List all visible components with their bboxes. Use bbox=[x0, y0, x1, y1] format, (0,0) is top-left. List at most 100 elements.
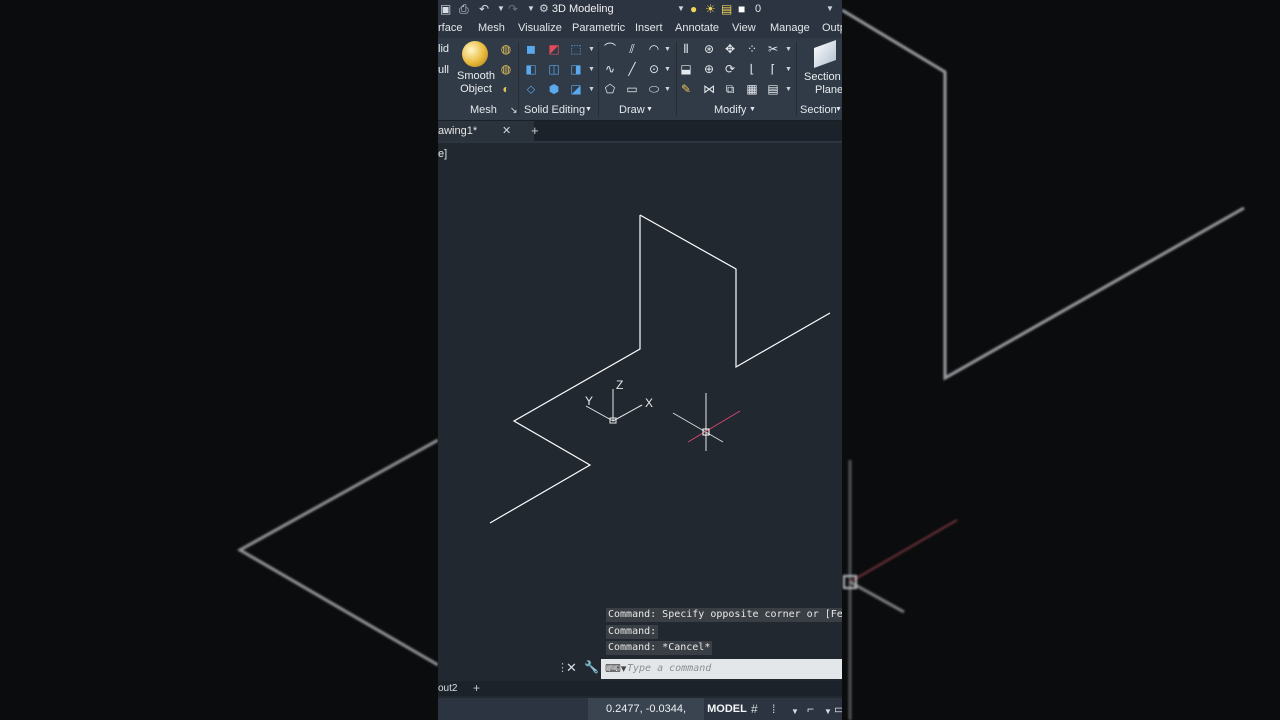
draw-dropdown-icon[interactable]: ▼ bbox=[646, 102, 653, 118]
rectangle-icon[interactable]: ▭ bbox=[624, 81, 640, 97]
tab-insert[interactable]: Insert bbox=[635, 18, 663, 38]
model-space-button[interactable]: MODEL bbox=[706, 698, 748, 720]
circle-dropdown-icon[interactable]: ▼ bbox=[664, 66, 671, 73]
move-icon[interactable]: ✥ bbox=[722, 41, 738, 57]
draw-panel-label[interactable]: Draw bbox=[619, 102, 645, 118]
arc-dropdown-icon[interactable]: ▼ bbox=[664, 46, 671, 53]
solid-partial-label[interactable]: lid bbox=[438, 43, 449, 56]
mesh-crease-icon[interactable]: ◐ bbox=[498, 81, 514, 97]
ellipse-dropdown-icon[interactable]: ▼ bbox=[664, 86, 671, 93]
arc-icon[interactable]: ◠ bbox=[646, 41, 662, 57]
polar-icon[interactable]: ▭ bbox=[834, 701, 842, 717]
tab-view[interactable]: View bbox=[732, 18, 756, 38]
tab-annotate[interactable]: Annotate bbox=[675, 18, 719, 38]
tab-parametric[interactable]: Parametric bbox=[572, 18, 625, 38]
smooth-object-label-1[interactable]: Smooth bbox=[452, 70, 500, 83]
chamfer-dropdown-icon[interactable]: ▼ bbox=[785, 66, 792, 73]
print-icon[interactable]: ⎙ bbox=[459, 1, 469, 17]
redo-icon[interactable]: ↷ bbox=[508, 1, 518, 17]
undo-icon[interactable]: ↶ bbox=[479, 1, 489, 17]
solid-edit-dropdown-icon[interactable]: ▼ bbox=[588, 46, 595, 53]
section-plane-label-2[interactable]: Plane bbox=[815, 84, 842, 97]
polygon-icon[interactable]: ⬠ bbox=[602, 81, 618, 97]
color-swatch-icon[interactable]: ■ bbox=[738, 1, 745, 17]
copy-icon[interactable]: ⧉ bbox=[722, 81, 738, 97]
mesh-add-icon[interactable]: ◍ bbox=[498, 41, 514, 57]
union-icon[interactable]: ◼ bbox=[523, 41, 539, 57]
subtract-icon[interactable]: ◩ bbox=[546, 41, 562, 57]
layer-dropdown-icon[interactable]: ▼ bbox=[826, 4, 834, 13]
rotate-3d-icon[interactable]: ⊛ bbox=[701, 41, 717, 57]
stretch-dropdown-icon[interactable]: ▼ bbox=[785, 86, 792, 93]
save-icon[interactable]: ▣ bbox=[440, 1, 451, 17]
close-icon[interactable]: ✕ bbox=[502, 121, 511, 141]
section-dropdown-icon[interactable]: ▼ bbox=[835, 102, 842, 118]
new-tab-button[interactable]: + bbox=[531, 121, 539, 141]
coordinate-display[interactable]: 0.2477, -0.0344, 0.0000 bbox=[588, 698, 704, 720]
smooth-object-label-2[interactable]: Object bbox=[452, 83, 500, 96]
sphere-grid-icon[interactable]: ⊕ bbox=[701, 61, 717, 77]
mesh-panel-label[interactable]: Mesh bbox=[470, 102, 497, 118]
tab-visualize[interactable]: Visualize bbox=[518, 18, 562, 38]
polyline-3d-icon[interactable]: ⌒ bbox=[602, 41, 618, 57]
separate-icon[interactable]: ◪ bbox=[568, 81, 584, 97]
file-tab-drawing1[interactable]: awing1* ✕ bbox=[438, 121, 534, 141]
line-icon[interactable]: ╱ bbox=[624, 61, 640, 77]
command-input[interactable] bbox=[627, 660, 837, 677]
workspace-dropdown-icon[interactable]: ▼ bbox=[677, 4, 685, 13]
mesh-refine-icon[interactable]: ◍ bbox=[498, 61, 514, 77]
explode-icon[interactable]: ⋈ bbox=[701, 81, 717, 97]
shell-icon[interactable]: ⬢ bbox=[546, 81, 562, 97]
intersect-icon[interactable]: ◧ bbox=[523, 61, 539, 77]
slice-icon[interactable]: ⬦ bbox=[523, 81, 539, 97]
section-plane-label-1[interactable]: Section bbox=[804, 71, 842, 84]
mirror-icon[interactable]: ⫴ bbox=[678, 41, 694, 57]
snap-icon[interactable]: ⁞ bbox=[772, 701, 775, 717]
tab-surface[interactable]: rface bbox=[438, 18, 462, 38]
undo-dropdown-icon[interactable]: ▼ bbox=[497, 4, 505, 13]
separate-dropdown-icon[interactable]: ▼ bbox=[588, 86, 595, 93]
edit-icon[interactable]: ✎ bbox=[678, 81, 694, 97]
layer-selector[interactable]: 0 bbox=[755, 0, 761, 18]
redo-dropdown-icon[interactable]: ▼ bbox=[527, 4, 535, 13]
customize-wrench-icon[interactable]: 🔧 bbox=[584, 660, 599, 674]
circle-icon[interactable]: ⊙ bbox=[646, 61, 662, 77]
ortho-dropdown-icon[interactable]: ▼ bbox=[824, 704, 832, 720]
extrude-faces-icon[interactable]: ◨ bbox=[568, 61, 584, 77]
ortho-icon[interactable]: ⌐ bbox=[807, 701, 814, 717]
chamfer-icon[interactable]: ⌈ bbox=[765, 61, 781, 77]
drawing-viewport[interactable]: e] Z Y X bbox=[438, 141, 842, 680]
workspace-selector[interactable]: ⚙ 3D Modeling bbox=[539, 0, 682, 18]
array-icon[interactable]: ⁘ bbox=[744, 41, 760, 57]
grid-icon[interactable]: # bbox=[751, 701, 758, 717]
tab-layout2[interactable]: out2 bbox=[438, 681, 457, 696]
trim-icon[interactable]: ✂ bbox=[765, 41, 781, 57]
close-icon[interactable]: ✕ bbox=[566, 660, 577, 676]
modify-dropdown-icon[interactable]: ▼ bbox=[749, 102, 756, 118]
tab-mesh[interactable]: Mesh bbox=[478, 18, 505, 38]
lightbulb-icon[interactable]: ● bbox=[690, 1, 697, 17]
fillet-icon[interactable]: ⌊ bbox=[744, 61, 760, 77]
snap-dropdown-icon[interactable]: ▼ bbox=[791, 704, 799, 720]
add-layout-button[interactable]: + bbox=[473, 681, 480, 696]
tab-manage[interactable]: Manage bbox=[770, 18, 810, 38]
smooth-object-icon[interactable] bbox=[462, 41, 488, 67]
solid-editing-dropdown-icon[interactable]: ▼ bbox=[585, 102, 592, 118]
tab-output[interactable]: Outp bbox=[822, 18, 842, 38]
align-icon[interactable]: ⬓ bbox=[678, 61, 694, 77]
section-plane-icon[interactable] bbox=[814, 39, 836, 69]
extrude-dropdown-icon[interactable]: ▼ bbox=[588, 66, 595, 73]
offset-icon[interactable]: ▦ bbox=[744, 81, 760, 97]
full-partial-label[interactable]: ull bbox=[438, 64, 449, 77]
spline-icon[interactable]: ∿ bbox=[602, 61, 618, 77]
keyboard-dropdown-icon[interactable]: ⌨▾ bbox=[605, 662, 626, 675]
trim-dropdown-icon[interactable]: ▼ bbox=[785, 46, 792, 53]
mesh-panel-launcher-icon[interactable]: ↘ bbox=[510, 102, 518, 118]
extract-edges-icon[interactable]: ⬚ bbox=[568, 41, 584, 57]
sun-icon[interactable]: ☀ bbox=[705, 1, 716, 17]
interfere-icon[interactable]: ◫ bbox=[546, 61, 562, 77]
modify-panel-label[interactable]: Modify bbox=[714, 102, 746, 118]
refresh-icon[interactable]: ⟳ bbox=[722, 61, 738, 77]
lock-icon[interactable]: ▤ bbox=[721, 1, 732, 17]
command-input-box[interactable]: ⌨▾ bbox=[601, 659, 842, 679]
